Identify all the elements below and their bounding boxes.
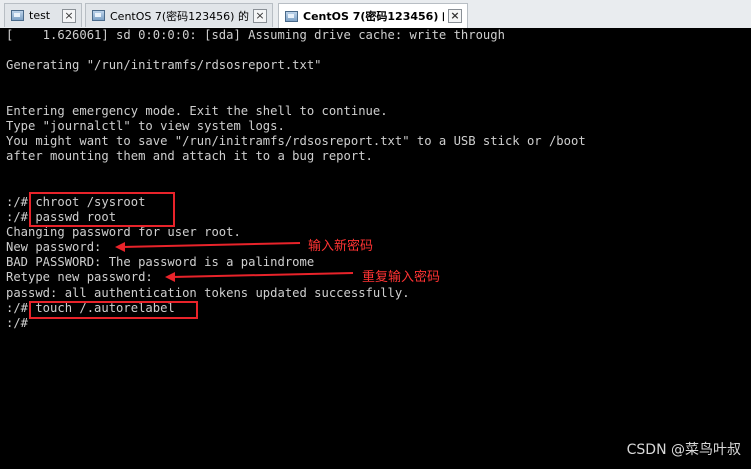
- tab-label: test: [29, 9, 51, 22]
- close-icon[interactable]: ×: [253, 8, 267, 23]
- close-icon[interactable]: ×: [448, 9, 462, 23]
- vm-icon: [11, 10, 24, 21]
- vm-icon: [285, 10, 298, 22]
- tab-label: CentOS 7(密码123456) 的克...: [110, 9, 249, 23]
- annotation-arrows: [115, 242, 354, 282]
- tab-centos-clone[interactable]: CentOS 7(密码123456) 的克... ×: [85, 3, 273, 27]
- vm-icon: [92, 10, 105, 21]
- arrow-head-new-password: [115, 242, 125, 252]
- tab-centos-active[interactable]: CentOS 7(密码123456) 的... ×: [278, 3, 468, 28]
- close-icon[interactable]: ×: [62, 8, 76, 23]
- watermark: CSDN @菜鸟叶叔: [626, 442, 741, 458]
- tab-label: CentOS 7(密码123456) 的...: [303, 10, 444, 23]
- annotation-new-password: 输入新密码: [308, 239, 374, 254]
- tab-test[interactable]: test ×: [4, 3, 82, 27]
- arrow-retype-password: [171, 272, 354, 278]
- arrow-new-password: [121, 242, 301, 248]
- annotation-retype-password: 重复输入密码: [362, 270, 441, 285]
- terminal-console[interactable]: [ 1.626061] sd 0:0:0:0: [sda] Assuming d…: [0, 28, 751, 469]
- tab-bar: test × CentOS 7(密码123456) 的克... × CentOS…: [0, 0, 751, 29]
- arrow-head-retype-password: [165, 272, 175, 282]
